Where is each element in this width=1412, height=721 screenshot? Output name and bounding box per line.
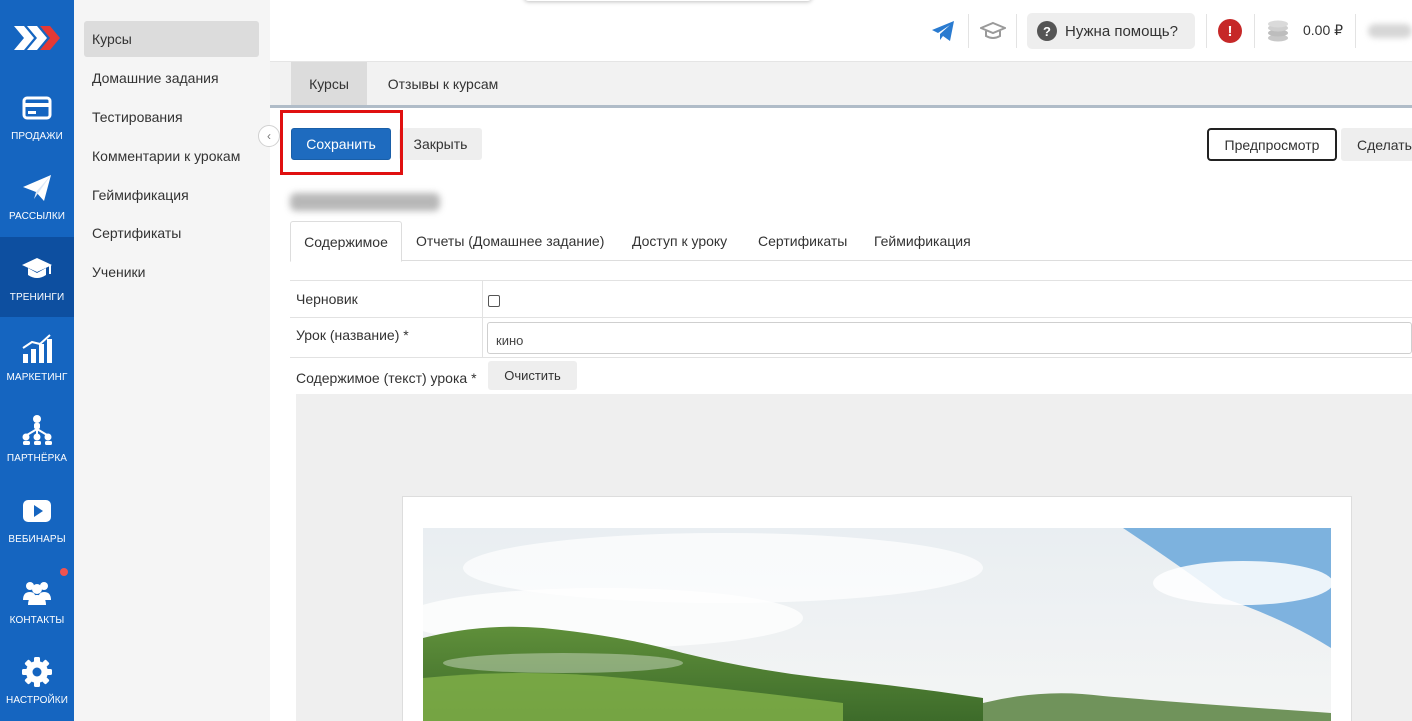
partners-icon (22, 414, 52, 445)
subnav-item-certificates[interactable]: Сертификаты (84, 215, 259, 251)
lesson-title-blurred (290, 193, 440, 211)
preview-button[interactable]: Предпросмотр (1207, 128, 1337, 161)
draft-checkbox[interactable] (488, 295, 500, 307)
rail-item-mailings[interactable]: РАССЫЛКИ (0, 156, 74, 236)
lesson-tabs: Содержимое Отчеты (Домашнее задание) Дос… (290, 221, 1412, 262)
divider (1355, 14, 1356, 48)
close-button[interactable]: Закрыть (399, 128, 482, 160)
tab-course-reviews[interactable]: Отзывы к курсам (373, 62, 513, 105)
help-label: Нужна помощь? (1065, 22, 1178, 40)
make-button[interactable]: Сделать (1341, 128, 1412, 161)
card-icon (22, 96, 52, 119)
notification-dot (60, 568, 68, 576)
rail-item-contacts[interactable]: КОНТАКТЫ (0, 560, 74, 640)
clear-button[interactable]: Очистить (488, 361, 577, 390)
paper-plane-icon (23, 174, 51, 201)
rail-item-label: НАСТРОЙКИ (6, 694, 68, 706)
tab-certificates[interactable]: Сертификаты (758, 221, 847, 261)
rail-item-label: ПРОДАЖИ (11, 130, 63, 142)
subnav-item-lesson-comments[interactable]: Комментарии к урокам (84, 138, 259, 174)
lesson-name-label: Урок (название) * (296, 327, 409, 343)
divider (968, 14, 969, 48)
gear-icon (22, 656, 52, 687)
tab-lesson-access[interactable]: Доступ к уроку (632, 221, 727, 261)
user-name[interactable] (1368, 24, 1412, 38)
rail-item-label: КОНТАКТЫ (9, 614, 65, 626)
chevron-left-icon: ‹ (267, 129, 271, 143)
rail-item-partners[interactable]: ПАРТНЁРКА (0, 398, 74, 478)
lesson-image[interactable] (423, 528, 1331, 721)
question-icon: ? (1037, 21, 1057, 41)
tab-content[interactable]: Содержимое (290, 221, 402, 262)
subnav-item-courses[interactable]: Курсы (84, 21, 259, 57)
logo-icon (14, 26, 60, 50)
subnav-item-gamification[interactable]: Геймификация (84, 177, 259, 213)
divider (1254, 14, 1255, 48)
academy-button[interactable] (980, 18, 1006, 44)
balance-button[interactable] (1265, 18, 1291, 44)
rail-item-webinars[interactable]: ВЕБИНАРЫ (0, 479, 74, 559)
draft-row: Черновик (290, 281, 1412, 318)
balance-amount: 0.00 ₽ (1303, 22, 1344, 38)
tab-reports[interactable]: Отчеты (Домашнее задание) (416, 221, 604, 261)
play-icon (23, 499, 51, 522)
popup-edge (524, 0, 812, 1)
graduation-cap-icon (22, 257, 52, 278)
lesson-name-input[interactable]: кино (487, 322, 1412, 354)
collapse-sidebar-button[interactable]: ‹ (258, 125, 280, 147)
rail-item-marketing[interactable]: МАРКЕТИНГ (0, 317, 74, 397)
divider (482, 318, 483, 358)
subnav-item-tests[interactable]: Тестирования (84, 99, 259, 135)
name-row: Урок (название) * кино (290, 318, 1412, 358)
training-subnav: Курсы Домашние задания Тестирования Комм… (74, 0, 270, 721)
save-button[interactable]: Сохранить (291, 128, 391, 160)
rail-item-trainings[interactable]: ТРЕНИНГИ (0, 237, 74, 317)
rail-item-label: ВЕБИНАРЫ (8, 533, 66, 545)
rail-item-label: РАССЫЛКИ (8, 210, 66, 222)
lesson-form: Черновик Урок (название) * кино Содержим… (290, 280, 1412, 386)
subnav-item-homework[interactable]: Домашние задания (84, 60, 259, 96)
rail-item-label: ПАРТНЁРКА (6, 452, 68, 464)
coins-icon (1268, 20, 1288, 42)
help-button[interactable]: ? Нужна помощь? (1027, 13, 1195, 49)
divider (1206, 14, 1207, 48)
people-icon (23, 581, 51, 605)
main-rail: ПРОДАЖИ РАССЫЛКИ ТРЕНИНГИ МАРКЕТИНГ ПАРТ… (0, 0, 74, 721)
tab-gamification[interactable]: Геймификация (874, 221, 971, 261)
logo[interactable] (0, 0, 74, 76)
telegram-button[interactable] (930, 18, 956, 44)
rail-item-label: ТРЕНИНГИ (9, 291, 65, 303)
divider (482, 281, 483, 318)
telegram-icon (932, 21, 954, 41)
rail-item-sales[interactable]: ПРОДАЖИ (0, 76, 74, 156)
landscape-image (423, 528, 1331, 721)
rail-item-settings[interactable]: НАСТРОЙКИ (0, 640, 74, 720)
tab-courses[interactable]: Курсы (291, 62, 367, 105)
rail-item-label: МАРКЕТИНГ (6, 371, 68, 383)
draft-label: Черновик (296, 291, 358, 307)
lesson-content-label: Содержимое (текст) урока * (296, 370, 477, 386)
main-tabs: Курсы Отзывы к курсам (270, 62, 1412, 108)
graduation-cap-outline-icon (980, 21, 1006, 39)
subnav-item-students[interactable]: Ученики (84, 254, 259, 290)
bar-chart-icon (22, 333, 52, 363)
alert-icon[interactable]: ! (1218, 19, 1242, 43)
divider (1016, 14, 1017, 48)
